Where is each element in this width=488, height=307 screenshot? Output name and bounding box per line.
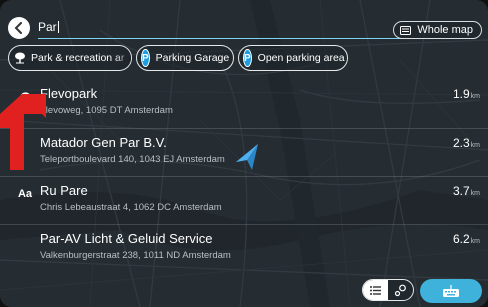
chip-open-parking-area[interactable]: P Open parking area: [238, 45, 348, 71]
result-address: Chris Lebeaustraat 4, 1062 DC Amsterdam: [40, 202, 222, 213]
result-name: Par-AV Licht & Geluid Service: [40, 231, 213, 246]
search-input[interactable]: Par: [38, 20, 59, 34]
chip-label: Park & recreation ar: [31, 52, 125, 64]
result-distance: 3.7km: [452, 184, 480, 198]
chip-park-recreation[interactable]: Park & recreation ar: [8, 45, 132, 71]
search-input-value: Par: [38, 20, 57, 34]
text-caret: [57, 21, 59, 33]
result-name: Flevopark: [40, 86, 98, 101]
result-item[interactable]: Par-AV Licht & Geluid Service Valkenburg…: [0, 224, 488, 272]
parking-icon: P: [141, 49, 150, 67]
chip-parking-garage[interactable]: P Parking Garage: [136, 45, 234, 71]
map-pin-icon: [394, 284, 406, 296]
tree-icon: [13, 49, 27, 67]
chevron-left-icon: [14, 22, 22, 34]
result-item[interactable]: Flevopark Flevoweg, 1095 DT Amsterdam 1.…: [0, 80, 488, 128]
map-view-button[interactable]: [388, 280, 413, 300]
parking-icon: P: [243, 49, 252, 67]
back-button[interactable]: [8, 17, 30, 39]
navigation-screen: Par Whole map Park & recreation ar P Par…: [0, 0, 488, 307]
result-address: Flevoweg, 1095 DT Amsterdam: [40, 105, 173, 116]
result-distance: 6.2km: [452, 232, 480, 246]
result-item[interactable]: Matador Gen Par B.V. Teleportboulevard 1…: [0, 128, 488, 176]
list-map-toggle[interactable]: [362, 279, 414, 301]
search-scope-button[interactable]: Whole map: [393, 21, 482, 39]
result-address: Valkenburgerstraat 238, 1011 ND Amsterda…: [40, 250, 231, 261]
annotation-arrow-icon: [0, 80, 46, 170]
search-results-list: Flevopark Flevoweg, 1095 DT Amsterdam 1.…: [0, 80, 488, 272]
search-scope-label: Whole map: [417, 24, 473, 36]
result-name: Matador Gen Par B.V.: [40, 135, 167, 150]
chip-label: Parking Garage: [155, 52, 230, 64]
list-icon: [370, 285, 381, 295]
map-grid-icon: [400, 25, 412, 35]
result-distance: 2.3km: [452, 136, 480, 150]
keyboard-icon: [443, 285, 459, 297]
category-chips: Park & recreation ar P Parking Garage P …: [8, 45, 348, 73]
text-search-icon: Aa: [17, 188, 33, 200]
search-underline: [38, 38, 412, 39]
result-item[interactable]: Aa Ru Pare Chris Lebeaustraat 4, 1062 DC…: [0, 176, 488, 224]
keyboard-button[interactable]: [420, 279, 482, 303]
list-view-button[interactable]: [363, 280, 388, 300]
result-address: Teleportboulevard 140, 1043 EJ Amsterdam: [40, 154, 225, 165]
result-name: Ru Pare: [40, 183, 88, 198]
result-distance: 1.9km: [452, 87, 480, 101]
search-bar: Par Whole map: [8, 12, 482, 42]
chip-label: Open parking area: [257, 52, 345, 64]
